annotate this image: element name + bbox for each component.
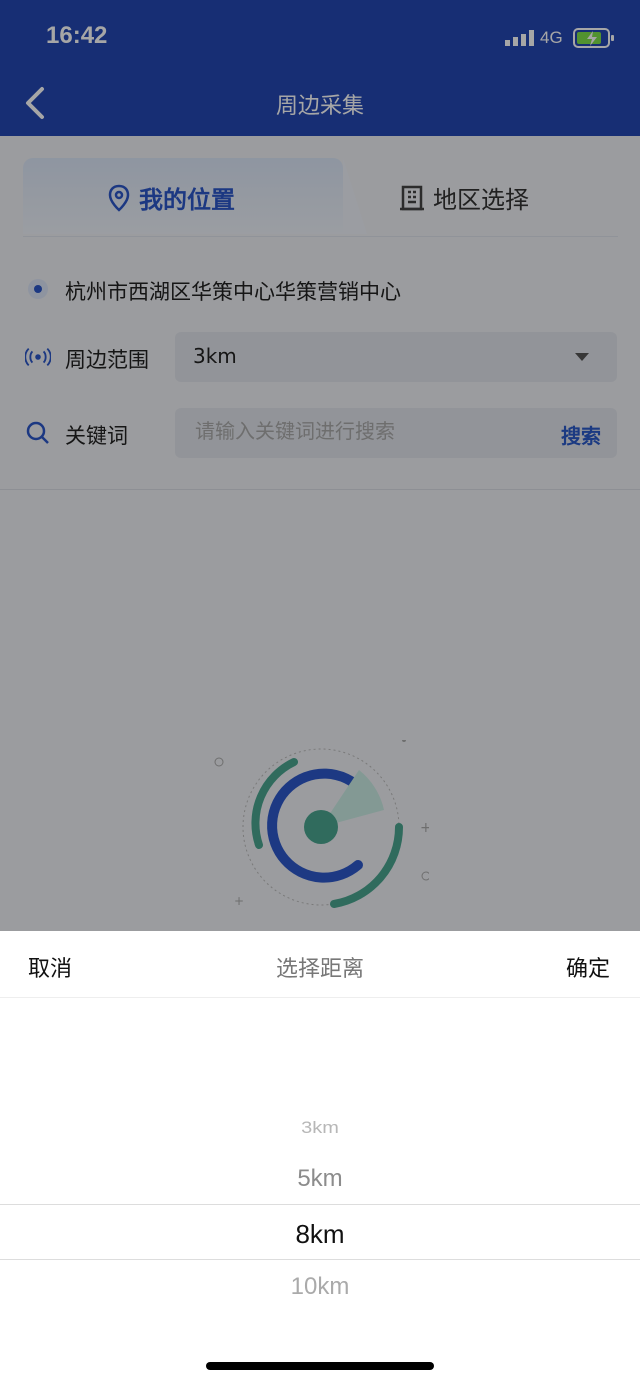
picker-option-10km[interactable]: 10km: [0, 1273, 640, 1301]
home-indicator: [206, 1362, 434, 1370]
modal-overlay[interactable]: [0, 0, 640, 931]
confirm-button[interactable]: 确定: [566, 951, 610, 983]
distance-picker-sheet: 取消 选择距离 确定 3km 5km 8km 10km: [0, 931, 640, 1385]
picker-option-8km[interactable]: 8km: [0, 1219, 640, 1250]
picker-title: 选择距离: [275, 957, 364, 982]
picker-option-5km[interactable]: 5km: [0, 1165, 640, 1193]
picker-header: 取消 选择距离 确定: [0, 931, 640, 998]
distance-picker[interactable]: 3km 5km 8km 10km: [0, 997, 640, 1385]
picker-option-3km[interactable]: 3km: [0, 1119, 640, 1138]
